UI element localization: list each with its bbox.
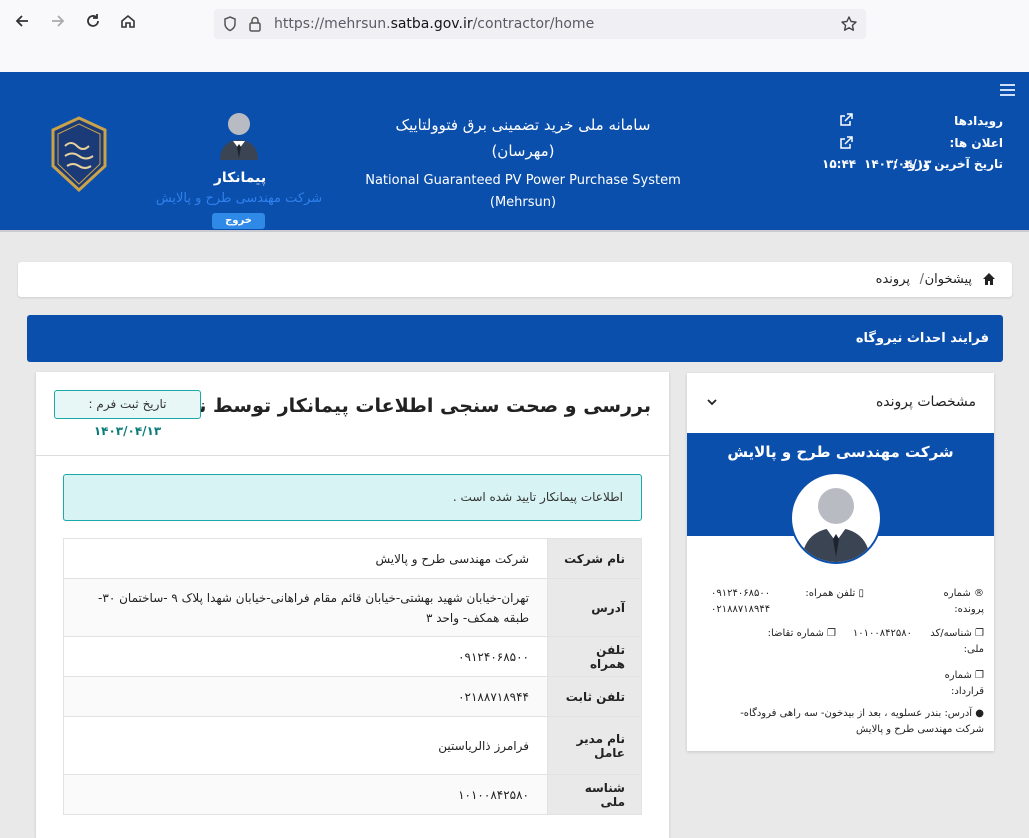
contract-number-field: ❐ شماره قرارداد: [930, 668, 984, 700]
row-value: ۰۲۱۸۸۷۱۸۹۴۴ [63, 676, 548, 717]
registration-date-label: تاریخ ثبت فرم : [88, 397, 167, 411]
national-id-field: ❐ شناسه/کد ملی: [920, 626, 984, 658]
row-label: نام شرکت [547, 538, 642, 579]
bookmark-star-icon[interactable] [840, 15, 858, 37]
row-label: آدرس [547, 578, 642, 637]
user-avatar [220, 113, 258, 160]
system-title-fa-line2: (مهرسان) [491, 142, 555, 160]
home-icon[interactable] [116, 12, 140, 36]
row-value: فرامرز ذالریاستین [63, 716, 548, 775]
address-field: ● آدرس: بندر عسلویه ، بعد از بیدخون- سه … [709, 706, 984, 738]
divider [36, 455, 669, 456]
file-details-card: مشخصات پرونده شرکت مهندسی طرح و پالایش ®… [687, 373, 994, 751]
site-header: پیمانکار شرکت مهندسی طرح و پالایش خروج س… [0, 72, 1029, 232]
forward-icon[interactable] [46, 12, 70, 36]
row-value: شرکت مهندسی طرح و پالایش [63, 538, 548, 579]
alert-text: اطلاعات پیمانکار تایید شده است . [452, 490, 623, 504]
file-number-field: ® شماره پرونده: [930, 586, 984, 618]
phone-values: ۰۹۱۲۴۰۶۸۵۰۰ ۰۲۱۸۸۷۱۸۹۴۴ [711, 586, 770, 618]
lock-icon[interactable] [248, 15, 262, 37]
logout-button[interactable]: خروج [212, 213, 265, 229]
row-value: ۱۰۱۰۰۸۴۲۵۸۰ [63, 774, 548, 815]
last-login-time: ۱۵:۴۴ [822, 157, 857, 171]
id-card-icon: ❐ [975, 628, 984, 639]
company-name: شرکت مهندسی طرح و پالایش [727, 443, 954, 461]
hamburger-menu-icon[interactable] [1000, 84, 1015, 96]
row-value: ۰۹۱۲۴۰۶۸۵۰۰ [63, 636, 548, 677]
contractor-info-table: نام شرکت شرکت مهندسی طرح و پالایش آدرس ت… [63, 538, 642, 815]
company-avatar [790, 472, 882, 564]
last-login-date: ۱۴۰۳/۰۴/۱۳ [864, 157, 932, 171]
row-label: تلفن همراه [547, 636, 642, 677]
request-number-field: ❐ شماره تقاضا: [768, 626, 836, 642]
row-label: نام مدیر عامل [547, 716, 642, 775]
copy-icon: ❐ [827, 628, 836, 639]
table-row: آدرس تهران-خیابان شهید بهشتی-خیابان قائم… [63, 578, 642, 637]
request-number-label: شماره تقاضا: [767, 628, 824, 639]
breadcrumb-home[interactable]: پیشخوان [925, 272, 972, 287]
events-link[interactable]: رویدادها [954, 114, 1003, 128]
home-icon[interactable] [982, 272, 996, 286]
address-bar[interactable]: https://mehrsun.satba.gov.ir/contractor/… [214, 9, 866, 39]
process-header: فرایند احداث نیروگاه [27, 315, 1003, 362]
url-prefix: https://mehrsun. [274, 16, 391, 32]
mobile-value: ۰۹۱۲۴۰۶۸۵۰۰ [711, 588, 771, 599]
copy-icon: ❐ [975, 670, 984, 681]
system-title-en: National Guaranteed PV Power Purchase Sy… [360, 170, 686, 214]
address-label: آدرس: [944, 708, 973, 719]
approval-alert: اطلاعات پیمانکار تایید شده است . [63, 474, 642, 521]
system-title-en-line2: (Mehrsun) [489, 195, 557, 210]
system-title-en-line1: National Guaranteed PV Power Purchase Sy… [365, 173, 681, 188]
user-company[interactable]: شرکت مهندسی طرح و پالایش [150, 191, 328, 206]
table-row: نام مدیر عامل فرامرز ذالریاستین [63, 716, 642, 775]
url-domain: satba.gov.ir [390, 16, 473, 32]
system-title-fa: سامانه ملی خرید تضمینی برق فتوولتاییک (م… [370, 112, 676, 164]
map-pin-icon: ● [975, 708, 984, 719]
url-text: https://mehrsun.satba.gov.ir/contractor/… [274, 16, 594, 32]
mobile-field: ▯ تلفن همراه: [805, 586, 864, 602]
url-path: /contractor/home [472, 16, 595, 32]
registration-date-value: ۱۴۰۳/۰۴/۱۳ [93, 424, 162, 438]
row-value: تهران-خیابان شهید بهشتی-خیابان قائم مقام… [63, 578, 548, 637]
chevron-down-icon[interactable] [706, 397, 718, 407]
external-link-icon[interactable] [839, 136, 853, 150]
user-avatar-icon [802, 488, 870, 562]
row-label: شناسه ملی [547, 774, 642, 815]
system-title-fa-line1: سامانه ملی خرید تضمینی برق فتوولتاییک [395, 116, 651, 134]
table-row: تلفن همراه ۰۹۱۲۴۰۶۸۵۰۰ [63, 636, 642, 677]
browser-toolbar: https://mehrsun.satba.gov.ir/contractor/… [0, 0, 1029, 72]
table-row: شناسه ملی ۱۰۱۰۰۸۴۲۵۸۰ [63, 774, 642, 815]
table-row: تلفن ثابت ۰۲۱۸۸۷۱۸۹۴۴ [63, 676, 642, 717]
shield-icon[interactable] [222, 15, 238, 37]
breadcrumb-current: پرونده [875, 272, 910, 287]
main-card: بررسی و صحت سنجی اطلاعات پیمانکار توسط ن… [36, 372, 669, 838]
user-role: پیمانکار [213, 170, 267, 186]
breadcrumb: پیشخوان / پرونده [18, 262, 1012, 297]
mobile-label: تلفن همراه: [805, 588, 856, 599]
process-title: فرایند احداث نیروگاه [855, 331, 989, 346]
back-icon[interactable] [10, 12, 34, 36]
announcements-link[interactable]: اعلان ها: [950, 136, 1003, 150]
logo-emblem-icon [51, 116, 107, 192]
national-id-value: ۱۰۱۰۰۸۴۲۵۸۰ [852, 628, 912, 639]
row-label: تلفن ثابت [547, 676, 642, 717]
page-title: بررسی و صحت سنجی اطلاعات پیمانکار توسط ن… [162, 395, 651, 417]
mobile-phone-icon: ▯ [858, 588, 864, 599]
breadcrumb-separator: / [919, 272, 924, 287]
file-details-title[interactable]: مشخصات پرونده [876, 394, 976, 410]
phone-value: ۰۲۱۸۸۷۱۸۹۴۴ [711, 604, 771, 615]
reload-icon[interactable] [81, 12, 105, 36]
table-row: نام شرکت شرکت مهندسی طرح و پالایش [63, 538, 642, 579]
external-link-icon[interactable] [839, 113, 853, 127]
registration-date-badge: تاریخ ثبت فرم : ۱۴۰۳/۰۴/۱۳ [54, 390, 201, 438]
file-number-icon: ® [974, 588, 984, 599]
